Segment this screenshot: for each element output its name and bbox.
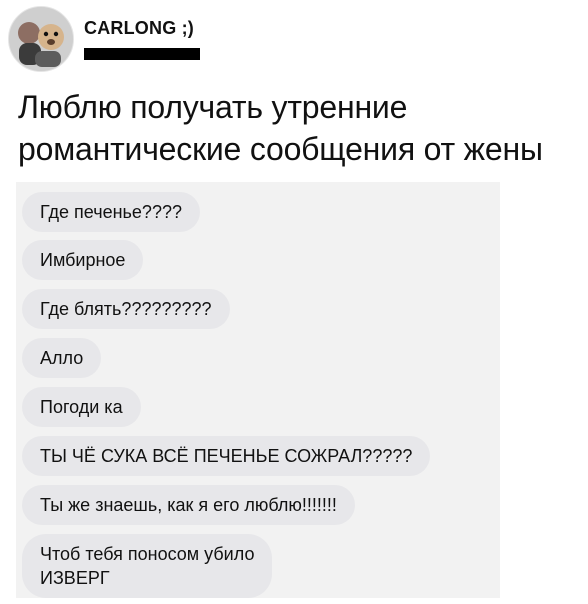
- message-bubble: Ты же знаешь, как я его люблю!!!!!!!: [22, 485, 355, 525]
- profile-avatar-icon: [9, 7, 73, 71]
- avatar[interactable]: [8, 6, 74, 72]
- message-bubble: Где печенье????: [22, 192, 200, 232]
- message-bubble: Чтоб тебя поносом убило ИЗВЕРГ: [22, 534, 273, 598]
- post-caption: Люблю получать утренние романтические со…: [18, 89, 543, 167]
- message-bubble: Имбирное: [22, 240, 144, 280]
- chat-screenshot: Где печенье???? Имбирное Где блять??????…: [16, 182, 500, 598]
- author-name[interactable]: CARLONG ;): [84, 18, 194, 39]
- message-bubble: Алло: [22, 338, 102, 378]
- post-header: CARLONG ;): [0, 0, 588, 80]
- message-bubble: ТЫ ЧЁ СУКА ВСЁ ПЕЧЕНЬЕ СОЖРАЛ?????: [22, 436, 431, 476]
- message-bubble: Погоди ка: [22, 387, 141, 427]
- message-bubble: Где блять?????????: [22, 289, 230, 329]
- redacted-handle: [84, 48, 200, 60]
